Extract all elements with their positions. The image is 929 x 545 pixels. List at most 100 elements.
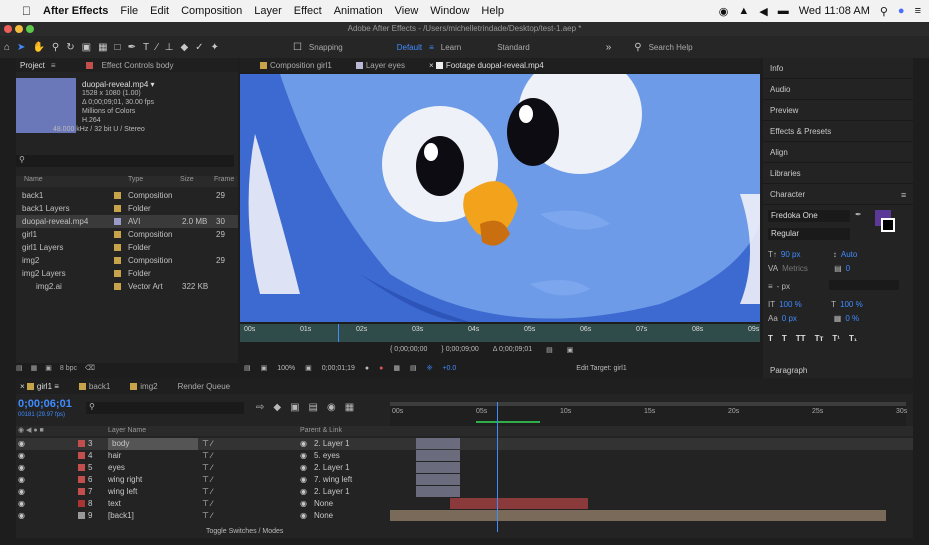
visibility-toggle-icon[interactable]: ◉ (18, 438, 25, 450)
layer-switches[interactable]: ⊤ ∕ (202, 474, 213, 486)
panel-character[interactable]: Character (763, 184, 913, 205)
layer-name[interactable]: wing right (108, 474, 142, 486)
horizontal-scale-value[interactable]: 100 % (840, 298, 863, 312)
stroke-color-swatch[interactable] (881, 218, 895, 232)
interpret-footage-icon[interactable]: ▤ (16, 364, 23, 372)
comp-mini-flowchart-icon[interactable]: ⇨ (256, 402, 264, 413)
search-help-input[interactable]: Search Help (649, 43, 693, 52)
camera-tool-icon[interactable]: ▣ (82, 42, 91, 53)
apple-icon[interactable]:  (22, 4, 31, 18)
current-time[interactable]: 0;00;01;19 (322, 365, 355, 372)
fit-icon[interactable]: ▣ (305, 364, 312, 372)
layer-row[interactable]: ◉ 8 text ⊤ ∕ ◉ None (16, 498, 913, 510)
faux-italic-button[interactable]: T (782, 332, 787, 346)
exposure-icon[interactable]: ❊ (427, 364, 433, 372)
roto-tool-icon[interactable]: ✓ (195, 42, 203, 53)
leading-value[interactable]: Auto (841, 248, 857, 262)
menu-edit[interactable]: Edit (150, 5, 169, 17)
ripple-insert-icon[interactable]: ▤ (546, 346, 553, 354)
footage-time-ruler[interactable]: 00s 01s 02s 03s 04s 05s 06s 07s 08s 09s (240, 324, 760, 342)
eyedropper-icon[interactable]: ✒ (855, 210, 862, 219)
character-menu-icon[interactable]: ≡ (901, 190, 906, 200)
timeline-playhead[interactable] (497, 402, 498, 532)
parent-pickwhip-icon[interactable]: ◉ (300, 450, 307, 462)
battery-icon[interactable]: ▬ (778, 5, 789, 17)
layer-row[interactable]: ◉ 9 [back1] ⊤ ∕ ◉ None (16, 510, 913, 522)
creative-cloud-icon[interactable]: ◉ (719, 5, 729, 18)
label-color-swatch[interactable] (78, 510, 85, 522)
volume-icon[interactable]: ◀ (759, 5, 767, 18)
layer-name[interactable]: wing left (108, 486, 137, 498)
font-size-value[interactable]: 90 px (781, 248, 829, 262)
shape-tool-icon[interactable]: □ (115, 42, 121, 53)
label-color-swatch[interactable] (114, 189, 121, 202)
project-item[interactable]: back1 Composition 29 (16, 189, 238, 202)
tab-footage[interactable]: × Footage duopal-reveal.mp4 (429, 61, 544, 70)
panel-info[interactable]: Info (763, 58, 913, 79)
superscript-button[interactable]: T¹ (832, 332, 840, 346)
label-color-swatch[interactable] (114, 267, 121, 280)
parent-dropdown[interactable]: 5. eyes (314, 450, 340, 462)
project-item[interactable]: img2.ai Vector Art 322 KB (16, 280, 238, 293)
font-style-dropdown[interactable]: Regular (768, 228, 850, 240)
parent-dropdown[interactable]: 7. wing left (314, 474, 352, 486)
label-color-swatch[interactable] (114, 280, 121, 293)
label-color-swatch[interactable] (78, 498, 85, 510)
menu-composition[interactable]: Composition (181, 5, 242, 17)
label-color-swatch[interactable] (114, 228, 121, 241)
motion-blur-icon[interactable]: ◉ (327, 402, 336, 413)
label-color-swatch[interactable] (78, 474, 85, 486)
layer-duration-bar[interactable] (416, 474, 460, 485)
tracking-value[interactable]: 0 (846, 262, 850, 276)
spotlight-search-icon[interactable]: ⚲ (880, 5, 888, 18)
stroke-width-value[interactable]: - px (777, 280, 825, 294)
small-caps-button[interactable]: Tт (815, 332, 824, 346)
parent-pickwhip-icon[interactable]: ◉ (300, 438, 307, 450)
tab-composition-girl1[interactable]: Composition girl1 (260, 61, 332, 70)
layer-switches[interactable]: ⊤ ∕ (202, 510, 213, 522)
subscript-button[interactable]: T₁ (849, 332, 857, 346)
tab-effect-controls[interactable]: Effect Controls body (102, 61, 174, 70)
layer-row[interactable]: ◉ 7 wing left ⊤ ∕ ◉ 2. Layer 1 (16, 486, 913, 498)
clone-tool-icon[interactable]: ⊥ (165, 42, 174, 53)
visibility-toggle-icon[interactable]: ◉ (18, 462, 25, 474)
label-color-swatch[interactable] (78, 450, 85, 462)
eraser-tool-icon[interactable]: ◆ (180, 42, 188, 53)
panel-effects-presets[interactable]: Effects & Presets (763, 121, 913, 142)
parent-pickwhip-icon[interactable]: ◉ (300, 474, 307, 486)
column-name[interactable]: Name (24, 176, 43, 183)
panel-align[interactable]: Align (763, 142, 913, 163)
menu-layer[interactable]: Layer (254, 5, 282, 17)
layer-row[interactable]: ◉ 3 body ⊤ ∕ ◉ 2. Layer 1 (16, 438, 913, 450)
display-icon[interactable]: ▣ (261, 364, 268, 372)
work-area-bar[interactable] (390, 402, 906, 406)
visibility-toggle-icon[interactable]: ◉ (18, 486, 25, 498)
panel-libraries[interactable]: Libraries (763, 163, 913, 184)
label-color-swatch[interactable] (78, 462, 85, 474)
exposure-value[interactable]: +0.0 (442, 365, 456, 372)
app-name-menu[interactable]: After Effects (43, 5, 108, 17)
stroke-style-dropdown[interactable] (828, 280, 899, 290)
brush-tool-icon[interactable]: ∕ (156, 42, 158, 53)
layer-name[interactable]: eyes (108, 462, 125, 474)
hand-tool-icon[interactable]: ✋ (32, 42, 44, 53)
workspace-standard[interactable]: Standard (497, 43, 529, 52)
label-color-swatch[interactable] (114, 215, 121, 228)
out-point[interactable]: } 0;00;09;00 (441, 346, 478, 354)
parent-pickwhip-icon[interactable]: ◉ (300, 462, 307, 474)
label-color-swatch[interactable] (114, 202, 121, 215)
zoom-tool-icon[interactable]: ⚲ (52, 42, 59, 53)
layer-switches[interactable]: ⊤ ∕ (202, 438, 213, 450)
parent-dropdown[interactable]: 2. Layer 1 (314, 462, 350, 474)
wifi-icon[interactable]: ▲ (738, 5, 749, 17)
region-icon[interactable]: ▤ (244, 364, 251, 372)
home-icon[interactable]: ⌂ (4, 42, 10, 53)
vertical-scale-value[interactable]: 100 % (779, 298, 827, 312)
column-type[interactable]: Type (128, 176, 143, 183)
layer-name[interactable]: text (108, 498, 121, 510)
layer-row[interactable]: ◉ 5 eyes ⊤ ∕ ◉ 2. Layer 1 (16, 462, 913, 474)
column-frame[interactable]: Frame (214, 176, 234, 183)
layer-switches[interactable]: ⊤ ∕ (202, 450, 213, 462)
visibility-toggle-icon[interactable]: ◉ (18, 474, 25, 486)
label-color-swatch[interactable] (78, 438, 85, 450)
